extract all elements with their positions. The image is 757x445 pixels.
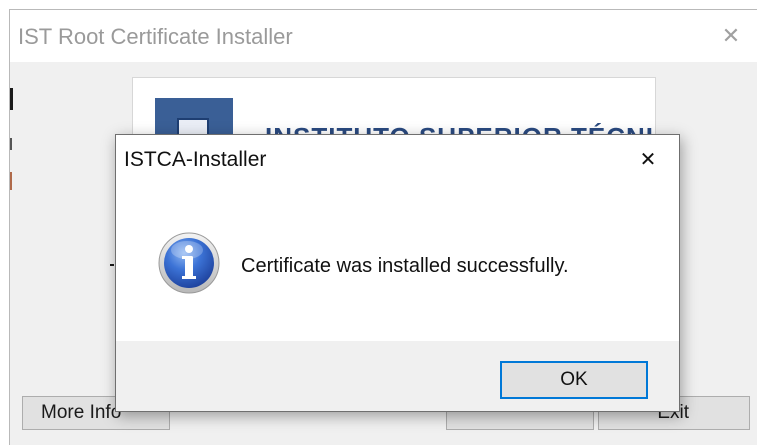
message-dialog: ISTCA-Installer ✕ Certificate was instal… [115, 134, 680, 412]
hidden-content-mark [10, 172, 12, 190]
hidden-content-mark [10, 138, 12, 150]
dialog-title: ISTCA-Installer [124, 148, 267, 171]
dialog-button-bar: OK [116, 341, 679, 411]
installer-window-title: IST Root Certificate Installer [18, 24, 293, 49]
installer-titlebar: IST Root Certificate Installer ✕ [10, 10, 757, 62]
dialog-message: Certificate was installed successfully. [241, 255, 569, 277]
installer-close-button[interactable]: ✕ [716, 22, 746, 50]
ok-button[interactable]: OK [500, 361, 648, 399]
dialog-close-button[interactable]: ✕ [628, 145, 668, 175]
screen: IST Root Certificate Installer ✕ INSTITU… [0, 0, 757, 445]
hidden-content-mark [110, 264, 114, 266]
info-icon [158, 232, 220, 294]
hidden-content-mark [10, 88, 13, 110]
